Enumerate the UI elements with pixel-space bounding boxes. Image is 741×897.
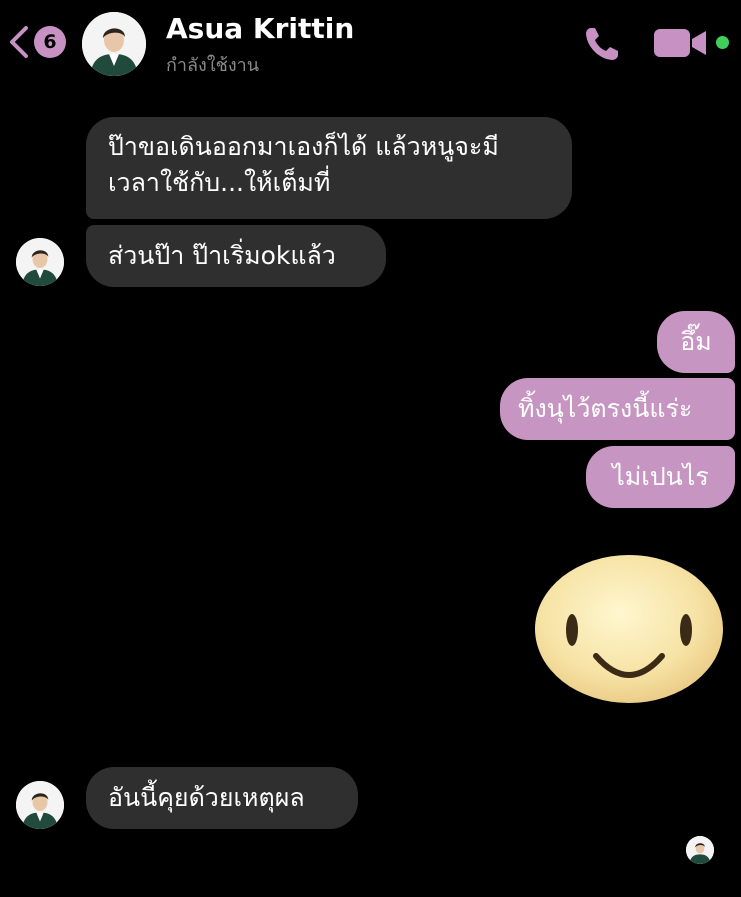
- message-bubble-outgoing[interactable]: ไม่เปนไร: [586, 446, 735, 508]
- back-button[interactable]: 6: [6, 22, 66, 62]
- sender-avatar[interactable]: [16, 238, 64, 286]
- chevron-left-icon: [10, 26, 28, 58]
- video-camera-icon: [654, 29, 706, 57]
- message-bubble-outgoing[interactable]: ทิ้งนุไว้ตรงนี้แร่ะ: [500, 378, 735, 440]
- chat-header: 6 Asua Krittin กำลังใช้งาน: [0, 0, 741, 90]
- smiley-face-sticker[interactable]: [534, 554, 724, 704]
- message-text: อึ๊ม: [680, 327, 712, 356]
- message-text: ทิ้งนุไว้ตรงนี้แร่ะ: [518, 394, 693, 423]
- contact-avatar[interactable]: [82, 12, 146, 76]
- seen-indicator-avatar: [686, 836, 714, 864]
- message-bubble-incoming[interactable]: ป๊าขอเดินออกมาเองก็ได้ แล้วหนูจะมี เวลาใ…: [86, 117, 572, 219]
- message-text: เวลาใช้กับ...ให้เต็มที่: [108, 168, 331, 197]
- message-text: อันนี้คุยด้วยเหตุผล: [108, 783, 305, 812]
- unread-count-badge: 6: [34, 26, 66, 58]
- message-text: ป๊าขอเดินออกมาเองก็ได้ แล้วหนูจะมี: [108, 132, 499, 161]
- message-bubble-incoming[interactable]: ส่วนป๊า ป๊าเริ่มokแล้ว: [86, 225, 386, 287]
- online-status-dot: [716, 36, 729, 49]
- message-text: ส่วนป๊า ป๊าเริ่มokแล้ว: [108, 241, 336, 270]
- voice-call-button[interactable]: [582, 24, 622, 64]
- phone-icon: [586, 28, 618, 60]
- message-bubble-incoming[interactable]: อันนี้คุยด้วยเหตุผล: [86, 767, 358, 829]
- video-call-button[interactable]: [654, 26, 710, 60]
- sender-avatar[interactable]: [16, 781, 64, 829]
- contact-name[interactable]: Asua Krittin: [166, 12, 354, 45]
- message-bubble-outgoing[interactable]: อึ๊ม: [657, 311, 735, 373]
- contact-status: กำลังใช้งาน: [166, 55, 260, 76]
- message-text: ไม่เปนไร: [612, 462, 709, 491]
